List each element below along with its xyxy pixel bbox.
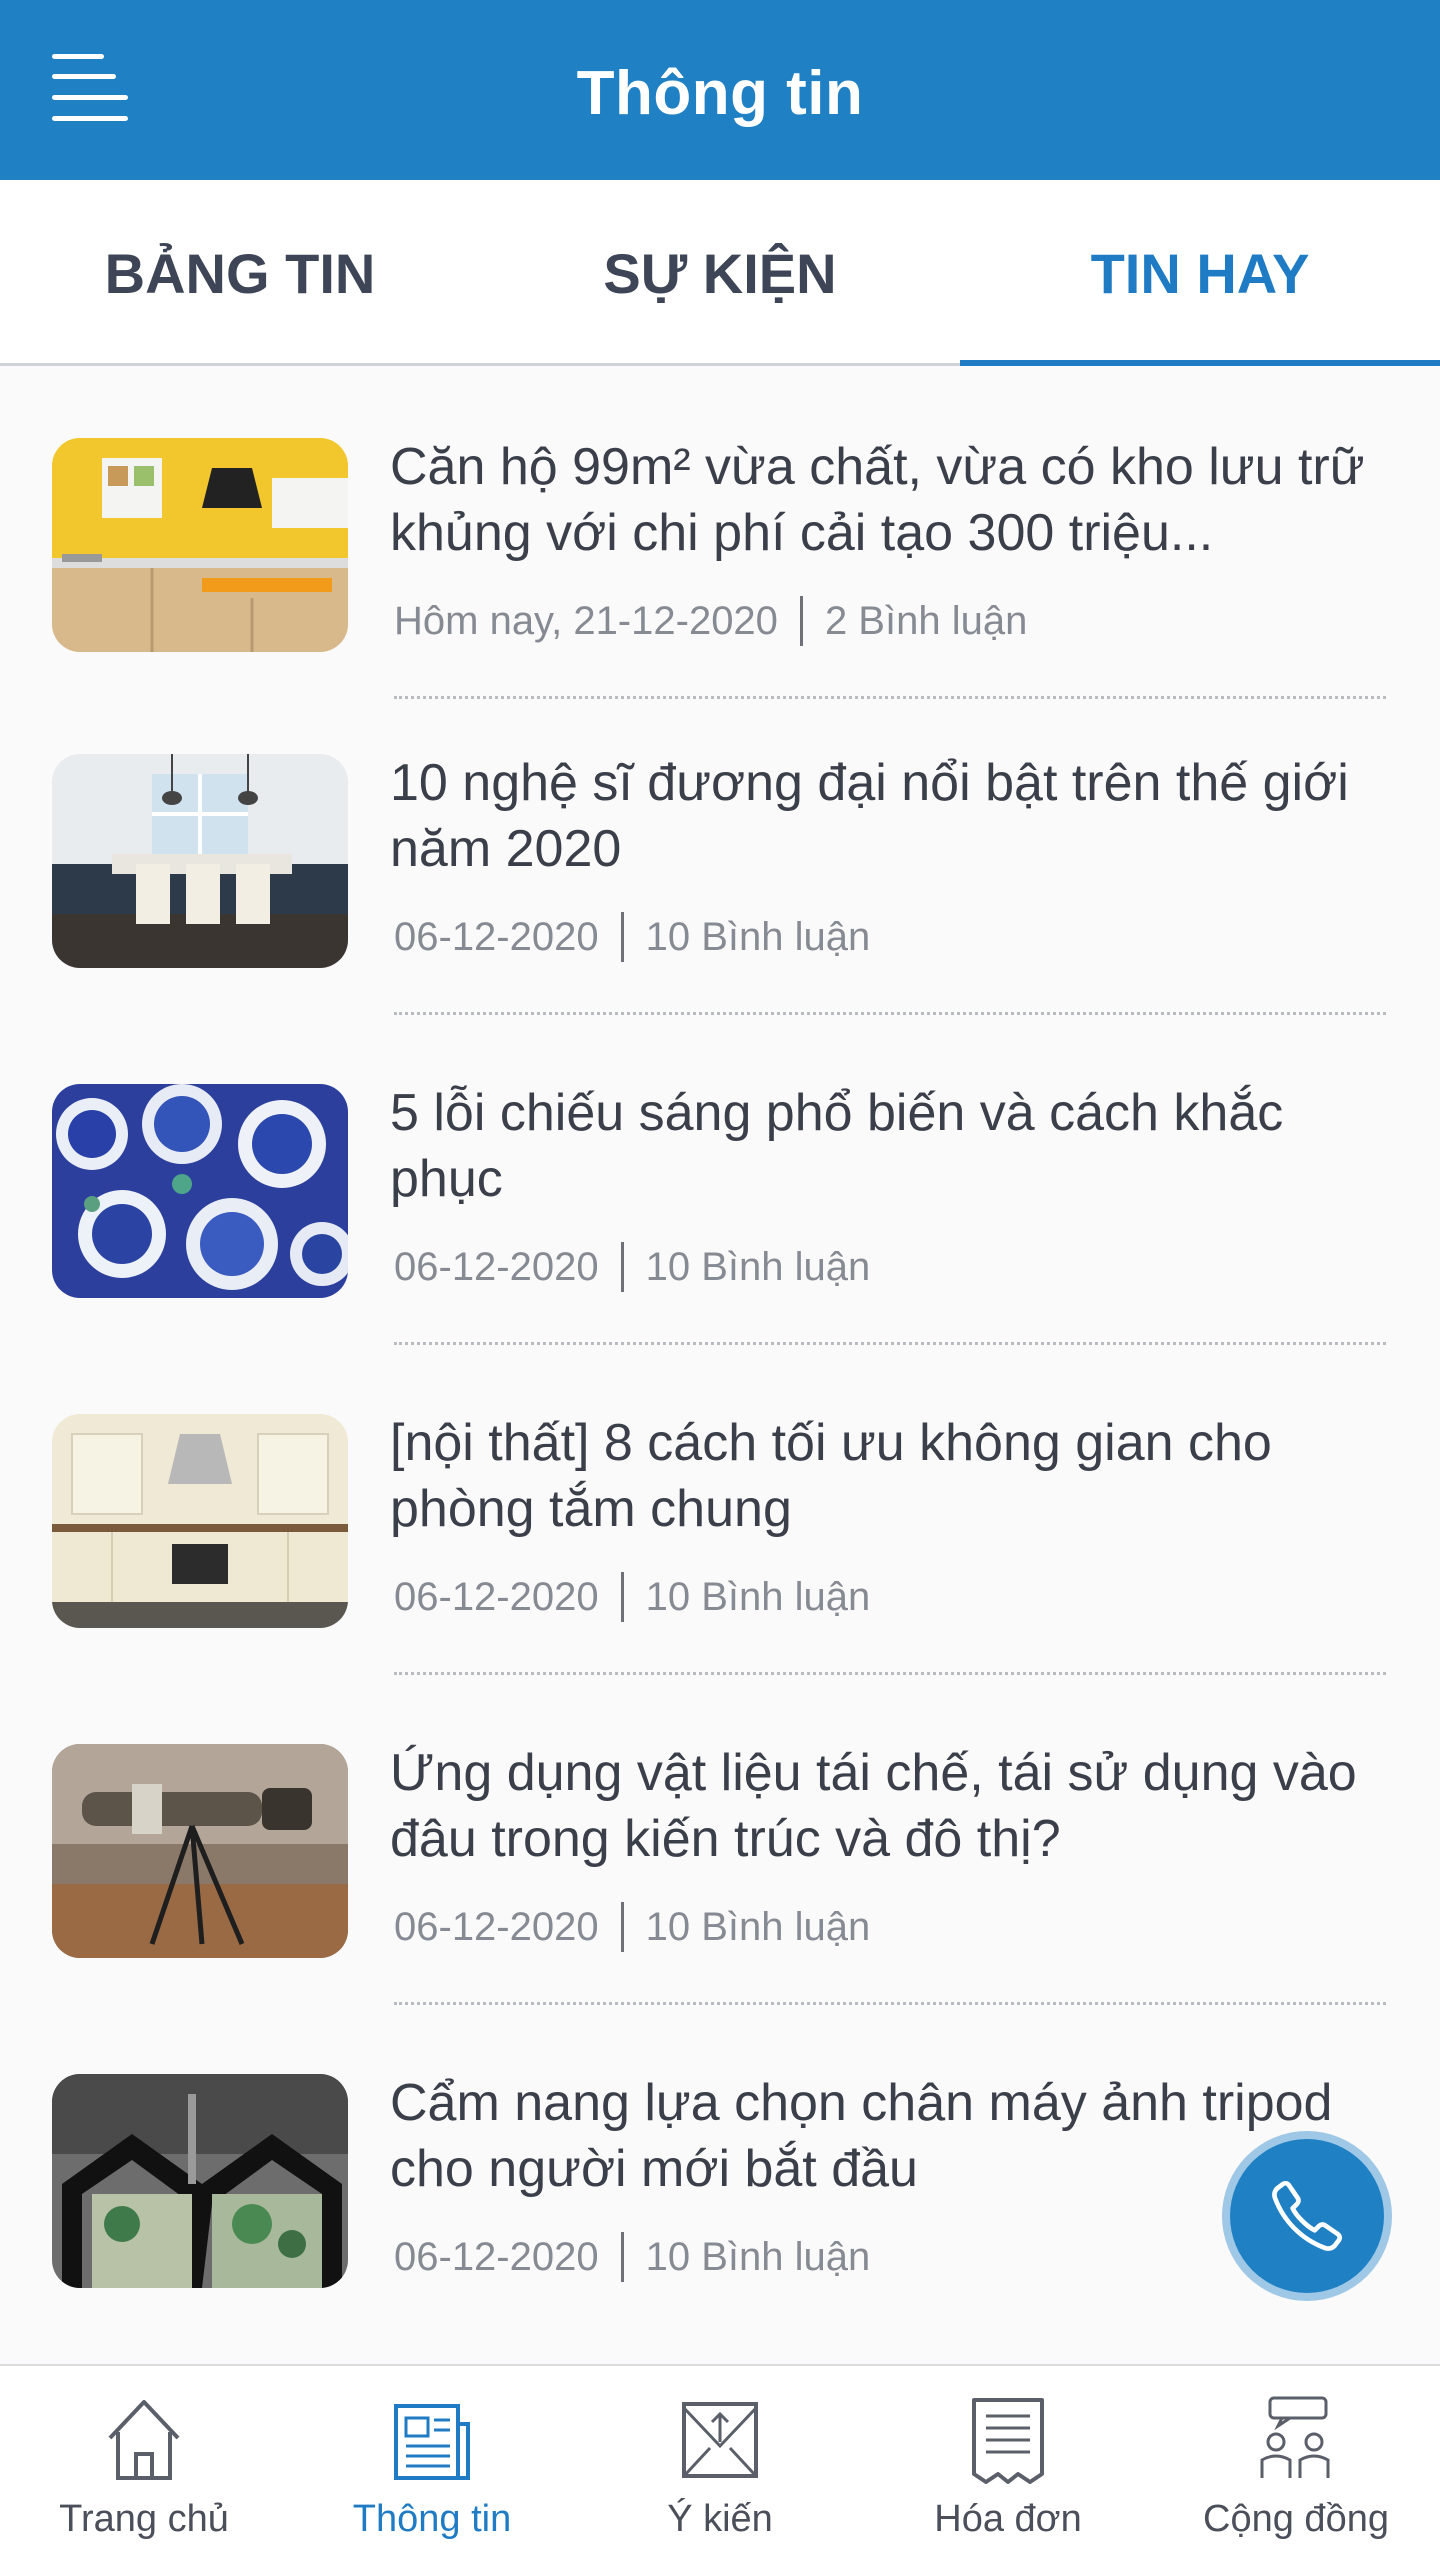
article-comments: 10 Bình luận <box>645 914 871 959</box>
article-meta: 06-12-2020 10 Bình luận <box>394 2232 870 2282</box>
article-title: Căn hộ 99m² vừa chất, vừa có kho lưu trữ… <box>390 438 1365 562</box>
article-date: 06-12-2020 <box>394 1574 599 1619</box>
article-meta: 06-12-2020 10 Bình luận <box>394 1902 870 1952</box>
article-title: 5 lỗi chiếu sáng phổ biến và cách khắc p… <box>390 1084 1284 1208</box>
article-thumbnail <box>52 754 348 968</box>
invoice-icon <box>972 2398 1044 2484</box>
article-date: 06-12-2020 <box>394 914 599 959</box>
meta-separator <box>799 596 803 646</box>
nav-label: Trang chủ <box>59 2498 229 2540</box>
meta-separator <box>620 1902 624 1952</box>
article-date: 06-12-2020 <box>394 1244 599 1289</box>
meta-separator <box>620 1242 624 1292</box>
article-comments: 10 Bình luận <box>645 1574 871 1619</box>
article-comments: 2 Bình luận <box>824 598 1028 643</box>
list-item[interactable]: [nội thất] 8 cách tối ưu không gian cho … <box>0 1342 1440 1675</box>
article-thumbnail <box>52 1744 348 1958</box>
list-item[interactable]: Ứng dụng vật liệu tái chế, tái sử dụng v… <box>0 1672 1440 2005</box>
article-date: 06-12-2020 <box>394 1904 599 1949</box>
nav-label: Thông tin <box>352 2498 512 2540</box>
nav-label: Hóa đơn <box>934 2498 1082 2540</box>
meta-separator <box>620 2232 624 2282</box>
call-button-inner <box>1230 2139 1384 2293</box>
phone-icon <box>1272 2180 1343 2251</box>
article-comments: 10 Bình luận <box>645 1244 871 1289</box>
nav-hoa-don[interactable]: Hóa đơn <box>864 2366 1152 2560</box>
nav-trang-chu[interactable]: Trang chủ <box>0 2366 288 2560</box>
article-comments: 10 Bình luận <box>645 1904 871 1949</box>
article-thumbnail <box>52 2074 348 2288</box>
nav-label: Ý kiến <box>667 2498 773 2540</box>
nav-cong-dong[interactable]: Cộng đồng <box>1152 2366 1440 2560</box>
article-title: Ứng dụng vật liệu tái chế, tái sử dụng v… <box>390 1744 1357 1868</box>
nav-y-kien[interactable]: Ý kiến <box>576 2366 864 2560</box>
article-date: 06-12-2020 <box>394 2234 599 2279</box>
newspaper-icon <box>394 2404 470 2480</box>
article-date: Hôm nay, 21-12-2020 <box>394 598 778 643</box>
article-title: 10 nghệ sĩ đương đại nổi bật trên thế gi… <box>390 754 1349 878</box>
list-item[interactable]: Cẩm nang lựa chọn chân máy ảnh tripod ch… <box>0 2002 1440 2322</box>
nav-label: Cộng đồng <box>1203 2498 1389 2540</box>
article-meta: 06-12-2020 10 Bình luận <box>394 1242 870 1292</box>
tab-tin-hay[interactable]: TIN HAY <box>960 180 1440 366</box>
page-title: Thông tin <box>576 59 864 128</box>
meta-separator <box>620 912 624 962</box>
tab-bang-tin[interactable]: BẢNG TIN <box>0 180 480 366</box>
feedback-envelope-icon <box>682 2402 758 2478</box>
article-comments: 10 Bình luận <box>645 2234 871 2279</box>
list-item[interactable]: 10 nghệ sĩ đương đại nổi bật trên thế gi… <box>0 682 1440 1015</box>
list-item[interactable]: Căn hộ 99m² vừa chất, vừa có kho lưu trữ… <box>0 366 1440 699</box>
article-meta: Hôm nay, 21-12-2020 2 Bình luận <box>394 596 1027 646</box>
article-thumbnail <box>52 1084 348 1298</box>
call-button[interactable] <box>1222 2131 1392 2301</box>
article-thumbnail <box>52 1414 348 1628</box>
article-meta: 06-12-2020 10 Bình luận <box>394 1572 870 1622</box>
article-meta: 06-12-2020 10 Bình luận <box>394 912 870 962</box>
home-icon <box>108 2400 180 2480</box>
tab-bar: BẢNG TIN SỰ KIỆN TIN HAY <box>0 180 1440 366</box>
app-header: Thông tin <box>0 0 1440 180</box>
article-thumbnail <box>52 438 348 652</box>
article-title: [nội thất] 8 cách tối ưu không gian cho … <box>390 1414 1272 1538</box>
list-item[interactable]: 5 lỗi chiếu sáng phổ biến và cách khắc p… <box>0 1012 1440 1345</box>
bottom-navigation: Trang chủ Thông tin Ý kiến Hóa đơn Cộng … <box>0 2364 1440 2560</box>
community-icon <box>1260 2396 1330 2478</box>
meta-separator <box>620 1572 624 1622</box>
nav-thong-tin[interactable]: Thông tin <box>288 2366 576 2560</box>
tab-su-kien[interactable]: SỰ KIỆN <box>480 180 960 366</box>
